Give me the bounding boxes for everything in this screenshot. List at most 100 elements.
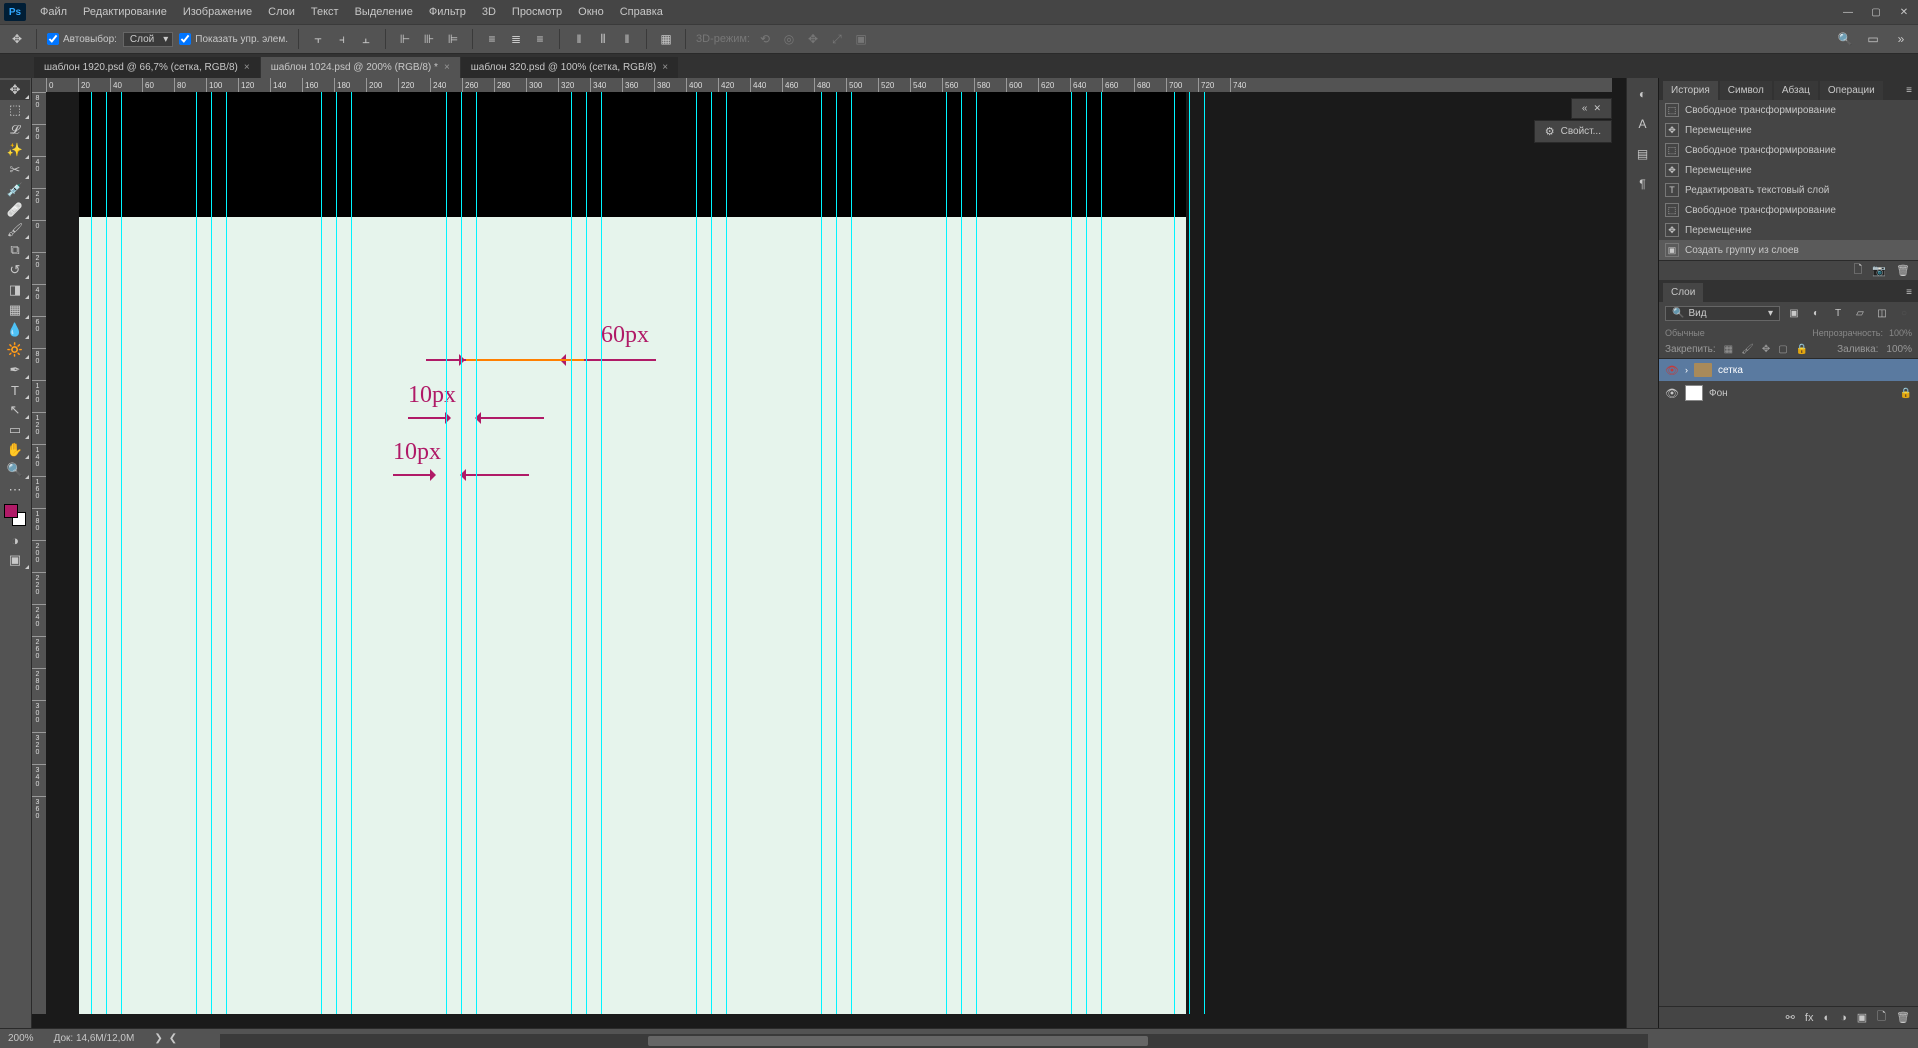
path-tool[interactable]: ↖ (0, 400, 30, 420)
filter-image-icon[interactable]: ▣ (1786, 308, 1802, 319)
guide-line[interactable] (601, 92, 602, 1014)
layer-row[interactable]: 👁›сетка (1659, 359, 1918, 381)
workspace-menu-icon[interactable]: » (1892, 30, 1910, 48)
menu-Изображение[interactable]: Изображение (175, 2, 260, 22)
guide-line[interactable] (461, 92, 462, 1014)
lock-brush-icon[interactable]: 🖌 (1741, 344, 1754, 355)
fx-icon[interactable]: fx (1805, 1012, 1814, 1024)
history-brush-tool[interactable]: ↺ (0, 260, 30, 280)
filter-shape-icon[interactable]: ▱ (1852, 308, 1868, 319)
dodge-tool[interactable]: 🔆 (0, 340, 30, 360)
close-icon[interactable]: ✕ (1593, 103, 1601, 114)
eraser-tool[interactable]: ◨ (0, 280, 30, 300)
tab-actions[interactable]: Операции (1820, 81, 1883, 100)
guide-line[interactable] (821, 92, 822, 1014)
align-top-icon[interactable]: ⫟ (309, 30, 327, 48)
lock-pixels-icon[interactable]: ▦ (1724, 344, 1733, 355)
guide-line[interactable] (711, 92, 712, 1014)
tab-paragraph[interactable]: Абзац (1774, 81, 1818, 100)
align-bottom-icon[interactable]: ⫠ (357, 30, 375, 48)
document-tab[interactable]: шаблон 1024.psd @ 200% (RGB/8) *× (261, 57, 460, 78)
guide-line[interactable] (571, 92, 572, 1014)
guide-line[interactable] (476, 92, 477, 1014)
history-item[interactable]: ▣Создать группу из слоев (1659, 240, 1918, 260)
show-transform-check[interactable]: Показать упр. элем. (179, 33, 288, 45)
document-tab[interactable]: шаблон 320.psd @ 100% (сетка, RGB/8)× (461, 57, 678, 78)
auto-select-target[interactable]: Слой (123, 32, 173, 47)
history-item[interactable]: ⬚Свободное трансформирование (1659, 200, 1918, 220)
history-item[interactable]: TРедактировать текстовый слой (1659, 180, 1918, 200)
guide-line[interactable] (976, 92, 977, 1014)
marquee-tool[interactable]: ⬚ (0, 100, 30, 120)
align-right-icon[interactable]: ⊫ (444, 30, 462, 48)
new-snapshot-icon[interactable]: 🗋 (1853, 261, 1862, 280)
paragraph-icon[interactable]: ¶ (1633, 174, 1653, 194)
camera-icon[interactable]: 📷 (1872, 264, 1886, 277)
gradient-tool[interactable]: ▦ (0, 300, 30, 320)
guide-line[interactable] (1101, 92, 1102, 1014)
menu-Выделение[interactable]: Выделение (347, 2, 421, 22)
menu-Просмотр[interactable]: Просмотр (504, 2, 570, 22)
type-tool[interactable]: T (0, 380, 30, 400)
history-item[interactable]: ✥Перемещение (1659, 160, 1918, 180)
filter-adjust-icon[interactable]: ◐ (1808, 308, 1824, 319)
guide-line[interactable] (446, 92, 447, 1014)
align-left-icon[interactable]: ⊩ (396, 30, 414, 48)
link-icon[interactable]: ⚯ (1786, 1011, 1795, 1024)
guide-line[interactable] (121, 92, 122, 1014)
guide-line[interactable] (1071, 92, 1072, 1014)
align-vcenter-icon[interactable]: ⫞ (333, 30, 351, 48)
stamp-tool[interactable]: ⧉ (0, 240, 30, 260)
horizontal-scrollbar[interactable] (220, 1034, 1648, 1048)
guide-line[interactable] (1086, 92, 1087, 1014)
document-tab[interactable]: шаблон 1920.psd @ 66,7% (сетка, RGB/8)× (34, 57, 260, 78)
layers-menu-icon[interactable]: ≡ (1900, 283, 1918, 302)
menu-Файл[interactable]: Файл (32, 2, 75, 22)
distribute-vcenter-icon[interactable]: ≣ (507, 30, 525, 48)
wand-tool[interactable]: ✨ (0, 140, 30, 160)
close-button[interactable]: ✕ (1890, 2, 1918, 22)
tab-symbol[interactable]: Символ (1720, 81, 1772, 100)
guide-line[interactable] (321, 92, 322, 1014)
workspace-icon[interactable]: ▭ (1864, 30, 1882, 48)
ruler-origin[interactable] (32, 78, 46, 92)
guide-line[interactable] (836, 92, 837, 1014)
guide-line[interactable] (226, 92, 227, 1014)
trash-icon[interactable]: 🗑 (1896, 264, 1910, 277)
screenmode-tool[interactable]: ▣ (0, 550, 30, 570)
guide-line[interactable] (196, 92, 197, 1014)
distribute-left-icon[interactable]: ‖ (570, 30, 588, 48)
edit-toolbar[interactable]: ⋯ (0, 480, 30, 500)
menu-Фильтр[interactable]: Фильтр (421, 2, 474, 22)
guide-line[interactable] (91, 92, 92, 1014)
guide-line[interactable] (106, 92, 107, 1014)
distribute-top-icon[interactable]: ≡ (483, 30, 501, 48)
guide-line[interactable] (586, 92, 587, 1014)
layer-filter-select[interactable]: 🔍 Вид ▾ (1665, 306, 1780, 321)
blend-mode[interactable]: Обычные (1665, 328, 1705, 338)
quickmask-tool[interactable]: ◑ (0, 530, 30, 550)
menu-Окно[interactable]: Окно (570, 2, 612, 22)
guide-line[interactable] (696, 92, 697, 1014)
guide-line[interactable] (336, 92, 337, 1014)
shape-tool[interactable]: ▭ (0, 420, 30, 440)
auto-align-icon[interactable]: ▦ (657, 30, 675, 48)
filter-type-icon[interactable]: T (1830, 308, 1846, 319)
menu-Справка[interactable]: Справка (612, 2, 671, 22)
ruler-horizontal[interactable]: 0204060801001201401601802002202402602803… (46, 78, 1612, 92)
guide-line[interactable] (1174, 92, 1175, 1014)
lasso-tool[interactable]: 𝓛 (0, 120, 30, 140)
blur-tool[interactable]: 💧 (0, 320, 30, 340)
history-item[interactable]: ✥Перемещение (1659, 120, 1918, 140)
menu-Текст[interactable]: Текст (303, 2, 347, 22)
guide-line[interactable] (726, 92, 727, 1014)
lock-position-icon[interactable]: ✥ (1762, 344, 1770, 355)
maximize-button[interactable]: ▢ (1862, 2, 1890, 22)
auto-select-check[interactable]: Автовыбор: (47, 33, 117, 45)
status-arrow-l[interactable]: ❮ (169, 1033, 177, 1044)
search-icon[interactable]: 🔍 (1836, 30, 1854, 48)
visibility-icon[interactable]: 👁 (1665, 364, 1679, 377)
zoom-tool[interactable]: 🔍 (0, 460, 30, 480)
crop-tool[interactable]: ✂ (0, 160, 30, 180)
character-icon[interactable]: A (1633, 114, 1653, 134)
